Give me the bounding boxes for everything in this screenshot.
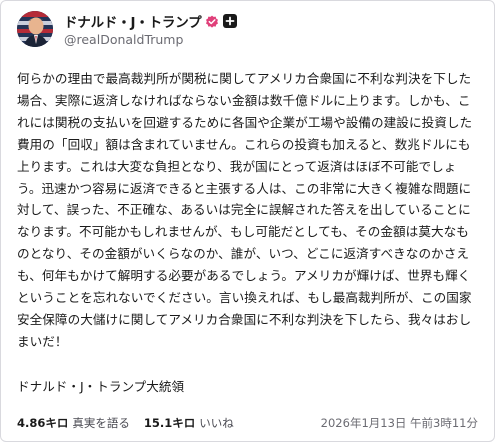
post-footer: 4.86キロ 真実を語る 15.1キロ いいね 2026年1月13日 午前3時1… — [17, 414, 478, 432]
author-name-line: ドナルド・J・トランプ — [64, 11, 238, 31]
post-signature: ドナルド・J・トランプ大統領 — [17, 379, 185, 394]
likes-label: いいね — [199, 416, 234, 430]
post-card: ドナルド・J・トランプ @realDonaldTrump 何らかの理由で最高裁判… — [0, 0, 495, 442]
post-timestamp[interactable]: 2026年1月13日 午前3時11分 — [321, 415, 478, 431]
post-header: ドナルド・J・トランプ @realDonaldTrump — [13, 11, 482, 51]
post-body-text: 何らかの理由で最高裁判所が関税に関してアメリカ合衆国に不利な判決を下した場合、実… — [17, 71, 473, 349]
retruths-stat[interactable]: 4.86キロ 真実を語る — [17, 415, 130, 431]
retruths-count: 4.86キロ — [17, 416, 69, 430]
likes-stat[interactable]: 15.1キロ いいね — [144, 415, 234, 431]
author-handle[interactable]: @realDonaldTrump — [64, 32, 183, 47]
author-display-name[interactable]: ドナルド・J・トランプ — [64, 11, 202, 31]
verified-badge-icon — [205, 14, 219, 28]
follow-plus-icon[interactable] — [223, 14, 238, 28]
retruths-label: 真実を語る — [72, 416, 130, 430]
avatar[interactable] — [17, 11, 53, 47]
post-body: 何らかの理由で最高裁判所が関税に関してアメリカ合衆国に不利な判決を下した場合、実… — [17, 68, 479, 353]
profile-photo-icon — [17, 11, 53, 47]
likes-count: 15.1キロ — [143, 416, 196, 430]
